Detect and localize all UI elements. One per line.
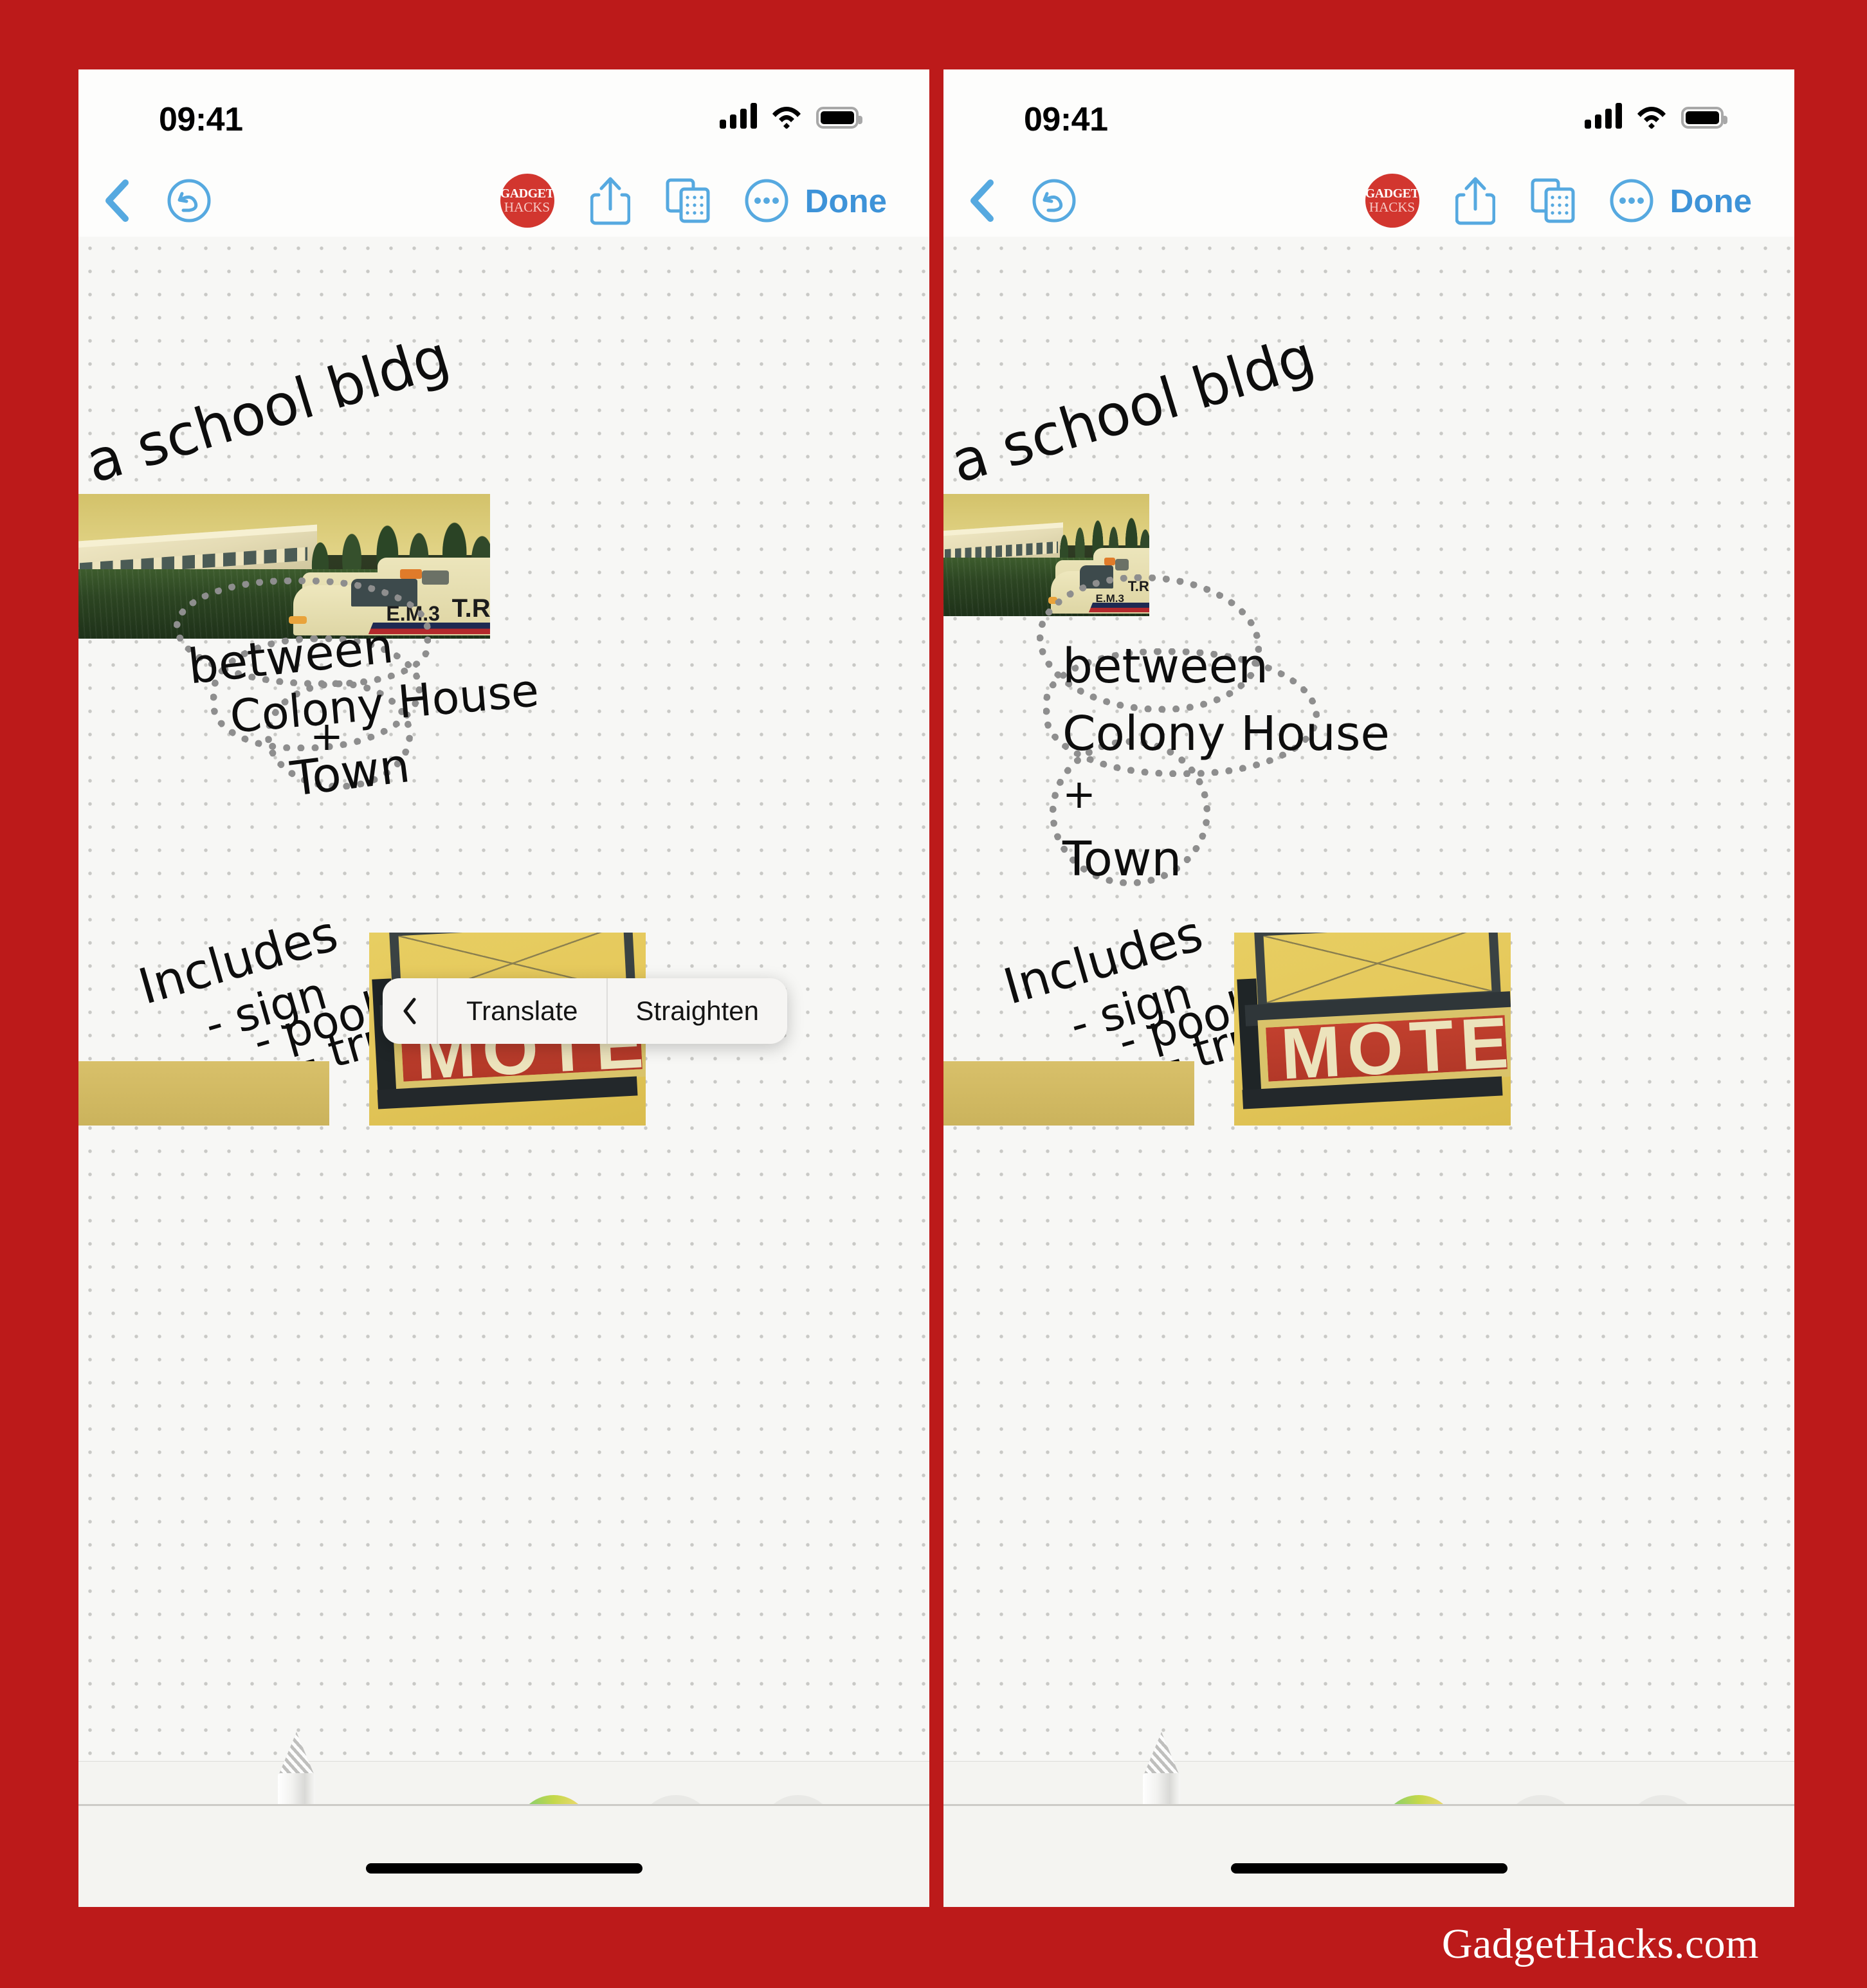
- chevron-left-icon: [403, 998, 416, 1025]
- done-button[interactable]: Done: [1670, 165, 1795, 237]
- battery-full-icon: [816, 107, 862, 129]
- status-time: 09:41: [1024, 101, 1108, 138]
- handwriting-selection-line4: Town: [1062, 832, 1182, 887]
- brand-bottom-text: HACKS: [1369, 199, 1416, 215]
- photo-partial-bottom[interactable]: [78, 1061, 329, 1126]
- gadget-hacks-logo: GADGET HACKS: [482, 165, 572, 237]
- ellipsis-circle-icon: [745, 179, 788, 223]
- phone-panel-left: 09:41 GADGET HACKS Done a school bldg T.…: [78, 69, 929, 1907]
- undo-button[interactable]: [154, 165, 224, 237]
- handwriting-selection-line2: Colony House: [1062, 706, 1390, 761]
- handwriting-selection-line3: +: [1062, 771, 1096, 817]
- done-button[interactable]: Done: [805, 165, 930, 237]
- editor-toolbar: GADGET HACKS Done: [943, 165, 1794, 237]
- handwriting-title: a school bldg: [943, 322, 1322, 496]
- share-icon: [590, 177, 630, 225]
- battery-full-icon: [1681, 107, 1727, 129]
- photo-van-label-tr: T.R.: [451, 594, 490, 623]
- context-menu-popup[interactable]: Translate Straighten: [383, 978, 787, 1044]
- home-indicator-area: [943, 1804, 1794, 1907]
- editor-toolbar: GADGET HACKS Done: [78, 165, 929, 237]
- photo-van-label-ems: E.M.3: [386, 601, 440, 625]
- screenshot-stage: 09:41 GADGET HACKS Done a school bldg T.…: [0, 0, 1867, 1988]
- context-menu-back-button[interactable]: [383, 978, 438, 1044]
- pages-button[interactable]: [1513, 165, 1593, 237]
- pages-grid-icon: [666, 178, 709, 223]
- share-button[interactable]: [572, 165, 648, 237]
- home-indicator-area: [78, 1804, 929, 1907]
- status-bar: 09:41: [943, 69, 1794, 165]
- share-button[interactable]: [1437, 165, 1513, 237]
- brand-top-text: GADGET: [1365, 187, 1419, 201]
- cellular-bars-icon: [720, 103, 757, 129]
- home-indicator[interactable]: [1230, 1863, 1507, 1874]
- photo-school-van[interactable]: T.R. E.M.3: [78, 494, 490, 639]
- handwriting-selection-line4: Town: [287, 738, 413, 807]
- cellular-bars-icon: [1585, 103, 1622, 129]
- brand-bottom-text: HACKS: [504, 199, 551, 215]
- undo-button[interactable]: [1019, 165, 1089, 237]
- back-button[interactable]: [78, 165, 154, 237]
- photo-partial-bottom[interactable]: [943, 1061, 1194, 1126]
- chevron-left-icon: [970, 179, 994, 222]
- photo-van-label-ems: E.M.3: [1095, 592, 1124, 605]
- home-indicator[interactable]: [365, 1863, 642, 1874]
- context-menu-item-translate[interactable]: Translate: [438, 978, 606, 1044]
- photo-school-van[interactable]: T.R. E.M.3: [943, 494, 1149, 616]
- pages-button[interactable]: [648, 165, 728, 237]
- chevron-left-icon: [105, 179, 129, 222]
- back-button[interactable]: [943, 165, 1019, 237]
- more-options-button[interactable]: [1593, 165, 1670, 237]
- brand-top-text: GADGET: [500, 187, 554, 201]
- phone-panel-right: 09:41 GADGET HACKS Done a school bldg T.…: [943, 69, 1794, 1907]
- status-indicators: [720, 103, 862, 129]
- photo-van-label-tr: T.R.: [1127, 578, 1149, 595]
- note-canvas[interactable]: a school bldg T.R E.M.3 between Colony H…: [78, 237, 929, 1761]
- wifi-icon: [772, 107, 801, 129]
- ellipsis-circle-icon: [1610, 179, 1653, 223]
- note-canvas[interactable]: a school bldg T.R E.M.3 between Colony H…: [943, 237, 1794, 1761]
- undo-circle-icon: [1032, 179, 1076, 223]
- more-options-button[interactable]: [728, 165, 805, 237]
- context-menu-item-straighten[interactable]: Straighten: [606, 978, 787, 1044]
- pages-grid-icon: [1531, 178, 1574, 223]
- status-time: 09:41: [159, 101, 243, 138]
- share-icon: [1455, 177, 1495, 225]
- status-indicators: [1585, 103, 1727, 129]
- handwriting-title: a school bldg: [78, 322, 457, 496]
- wifi-icon: [1637, 107, 1666, 129]
- undo-circle-icon: [167, 179, 211, 223]
- handwriting-selection-line1: between: [1062, 639, 1268, 694]
- gadget-hacks-logo: GADGET HACKS: [1347, 165, 1437, 237]
- site-watermark: GadgetHacks.com: [1441, 1920, 1759, 1967]
- status-bar: 09:41: [78, 69, 929, 165]
- photo-motel-sign[interactable]: MOTE: [1234, 933, 1511, 1126]
